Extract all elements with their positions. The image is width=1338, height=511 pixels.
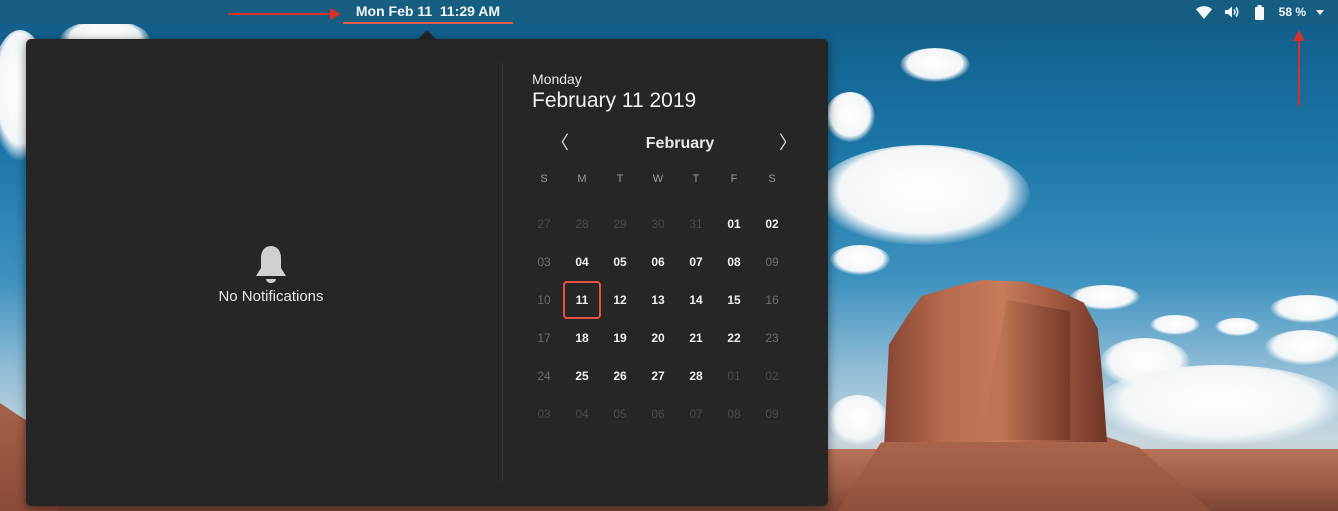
cloud [1095, 365, 1338, 445]
cloud [815, 145, 1030, 245]
calendar-day[interactable]: 08 [715, 395, 753, 433]
calendar-day[interactable]: 31 [677, 205, 715, 243]
notification-panel: No Notifications [26, 39, 502, 506]
calendar-day[interactable]: 18 [563, 319, 601, 357]
no-notifications-label: No Notifications [218, 288, 324, 305]
calendar-day[interactable]: 05 [601, 395, 639, 433]
bell-icon [256, 246, 286, 283]
calendar-day[interactable]: 04 [563, 243, 601, 281]
calendar-day[interactable]: 29 [601, 205, 639, 243]
cloud [1150, 315, 1200, 335]
calendar-day[interactable]: 30 [639, 205, 677, 243]
full-date-label[interactable]: February 11 2019 [532, 89, 696, 113]
cloud [828, 395, 888, 445]
calendar-day[interactable]: 17 [525, 319, 563, 357]
cloud [1215, 318, 1260, 336]
calendar-day[interactable]: 28 [677, 357, 715, 395]
next-month-button[interactable]: 〉 [776, 133, 800, 157]
calendar-grid: S M T W T F S 27 28 29 30 31 01 02 03 04 05 06 07 08… [525, 167, 791, 433]
calendar-week: 17 18 19 20 21 22 23 [525, 319, 791, 357]
day-header: T [616, 173, 624, 185]
calendar-day[interactable]: 24 [525, 357, 563, 395]
weekday-label: Monday [532, 71, 582, 87]
day-header: S [768, 173, 776, 185]
calendar-day[interactable]: 07 [677, 395, 715, 433]
calendar-day[interactable]: 04 [563, 395, 601, 433]
cloud [830, 245, 890, 275]
calendar-day[interactable]: 14 [677, 281, 715, 319]
calendar-day[interactable]: 20 [639, 319, 677, 357]
calendar-day[interactable]: 28 [563, 205, 601, 243]
calendar-weeks: 27 28 29 30 31 01 02 03 04 05 06 07 08 09 10 11 12 13 14 15… [525, 205, 791, 433]
calendar-day[interactable]: 02 [753, 205, 791, 243]
calendar-week: 03 04 05 06 07 08 09 [525, 243, 791, 281]
calendar-day[interactable]: 09 [753, 395, 791, 433]
system-tray[interactable]: 58 % [1195, 0, 1324, 24]
top-bar: Mon Feb 11 11:29 AM 58 % [0, 0, 1338, 24]
calendar-day[interactable]: 27 [639, 357, 677, 395]
clock-button[interactable]: Mon Feb 11 11:29 AM [343, 0, 513, 24]
calendar-day[interactable]: 21 [677, 319, 715, 357]
calendar-week: 03 04 05 06 07 08 09 [525, 395, 791, 433]
calendar-day[interactable]: 06 [639, 395, 677, 433]
calendar-day[interactable]: 15 [715, 281, 753, 319]
calendar-day[interactable]: 25 [563, 357, 601, 395]
calendar-day[interactable]: 16 [753, 281, 791, 319]
day-header: W [652, 173, 664, 185]
previous-month-button[interactable]: 〈 [548, 133, 572, 157]
cloud [1270, 295, 1338, 323]
calendar-day[interactable]: 03 [525, 243, 563, 281]
calendar-panel: Monday February 11 2019 February 〈 〉 S M… [503, 39, 828, 506]
calendar-week: 27 28 29 30 31 01 02 [525, 205, 791, 243]
date-menu-popover: No Notifications Monday February 11 2019… [26, 39, 828, 506]
calendar-day[interactable]: 13 [639, 281, 677, 319]
calendar-day[interactable]: 08 [715, 243, 753, 281]
calendar-day[interactable]: 22 [715, 319, 753, 357]
day-header: T [692, 173, 700, 185]
cloud [1265, 330, 1338, 365]
calendar-day[interactable]: 03 [525, 395, 563, 433]
wifi-icon [1195, 3, 1213, 21]
month-navigation: February 〈 〉 [523, 133, 813, 157]
calendar-day-today[interactable]: 11 [563, 281, 601, 319]
calendar-day[interactable]: 01 [715, 205, 753, 243]
calendar-day[interactable]: 27 [525, 205, 563, 243]
calendar-day[interactable]: 10 [525, 281, 563, 319]
annotation-arrow-up [1293, 30, 1305, 106]
calendar-day[interactable]: 12 [601, 281, 639, 319]
calendar-day[interactable]: 05 [601, 243, 639, 281]
calendar-week: 10 11 12 13 14 15 16 [525, 281, 791, 319]
annotation-arrow-right [228, 8, 341, 20]
calendar-day[interactable]: 09 [753, 243, 791, 281]
day-of-week-header: S M T W T F S [525, 167, 791, 191]
calendar-day[interactable]: 02 [753, 357, 791, 395]
battery-percentage: 58 % [1278, 5, 1306, 19]
day-header: M [577, 173, 587, 185]
calendar-week: 24 25 26 27 28 01 02 [525, 357, 791, 395]
system-menu-chevron-icon [1316, 9, 1324, 15]
cloud [900, 48, 970, 82]
calendar-day[interactable]: 01 [715, 357, 753, 395]
calendar-day[interactable]: 07 [677, 243, 715, 281]
calendar-day[interactable]: 19 [601, 319, 639, 357]
calendar-day[interactable]: 23 [753, 319, 791, 357]
day-header: F [730, 173, 738, 185]
battery-icon [1251, 3, 1269, 21]
calendar-day[interactable]: 06 [639, 243, 677, 281]
volume-icon [1223, 3, 1241, 21]
day-header: S [540, 173, 548, 185]
calendar-day[interactable]: 26 [601, 357, 639, 395]
